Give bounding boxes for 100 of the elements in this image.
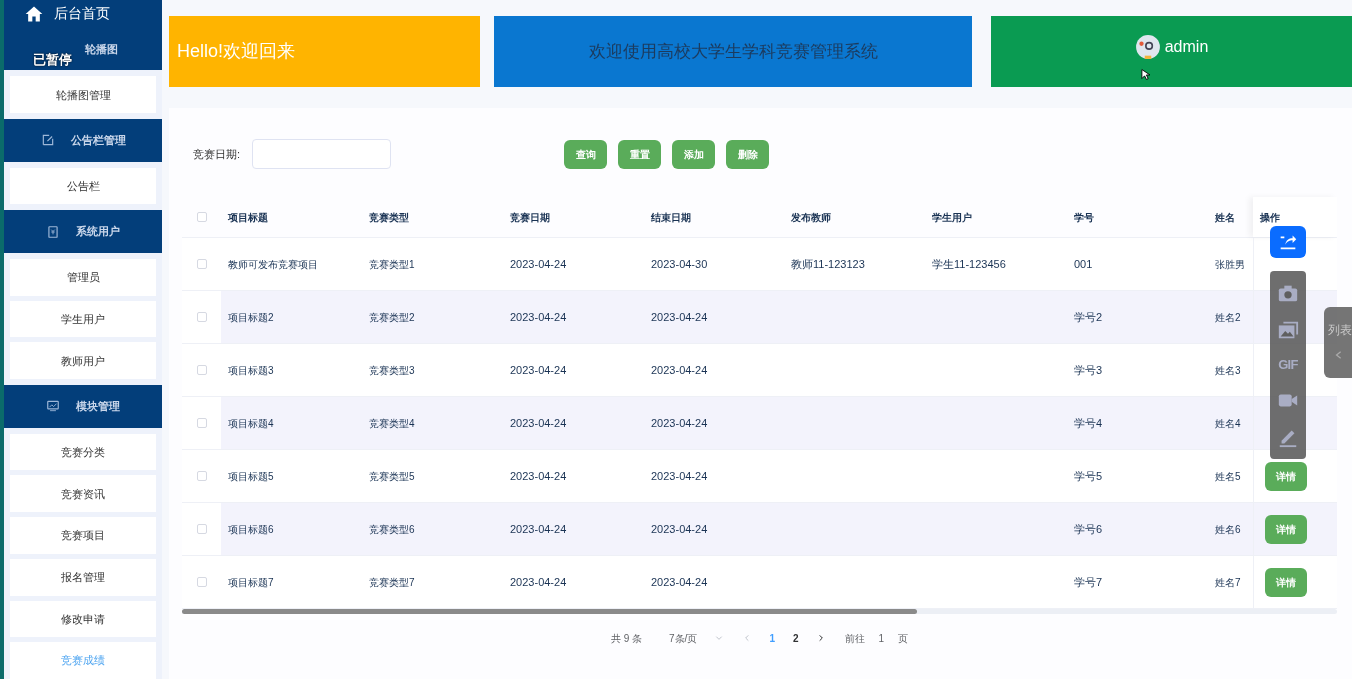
table-cell-text: 2023-04-24 [651, 309, 708, 325]
page-number[interactable]: 2 [792, 630, 799, 646]
home-label: 后台首页 [54, 4, 110, 24]
table-cell-text: 姓名5 [1215, 469, 1241, 484]
table-cell-text: 2023-04-24 [651, 574, 708, 590]
column-header: 发布教师 [791, 211, 831, 223]
table-cell-text: 2023-04-24 [510, 468, 567, 484]
table-cell-text: 项目标题4 [228, 416, 274, 431]
column-header: 操作 [1260, 210, 1280, 225]
table-cell-text: 2023-04-24 [510, 415, 567, 431]
sidebar-item[interactable]: 竞赛项目 [10, 517, 156, 554]
column-header: 学生用户 [932, 211, 972, 223]
chevron-right-icon [816, 634, 825, 642]
column-header: 姓名 [1215, 211, 1235, 223]
group-icon [40, 133, 55, 148]
checkbox[interactable] [196, 524, 207, 534]
checkbox[interactable] [196, 577, 207, 587]
table-cell-text: 竞赛类型2 [369, 310, 415, 325]
table-cell-text: 2023-04-24 [651, 415, 708, 431]
checkbox[interactable] [196, 312, 207, 322]
column-header: 项目标题 [228, 211, 268, 223]
column-header: 学号 [1074, 211, 1094, 223]
table-cell-text: 2023-04-24 [510, 574, 567, 590]
sidebar-item[interactable]: 公告栏 [10, 167, 156, 205]
page-suffix: 页 [898, 631, 909, 646]
table-cell-text: 学号4 [1074, 415, 1103, 431]
table-cell-text: 张胜男 [1215, 257, 1245, 272]
table-cell-text: 学号3 [1074, 362, 1103, 378]
column-header: 竞赛日期 [510, 211, 550, 223]
table-cell-text: 项目标题6 [228, 522, 274, 537]
table-cell-text: 教师11-123123 [791, 256, 865, 272]
table-cell-text: 学生11-123456 [932, 256, 1006, 272]
sidebar-group-header[interactable]: 模块管理 [4, 385, 162, 428]
sidebar-item[interactable]: 竞赛资讯 [10, 475, 156, 513]
table-cell-text: 2023-04-24 [510, 309, 567, 325]
table-cell-text: 竞赛类型3 [369, 363, 415, 378]
date-input-field[interactable] [252, 139, 392, 169]
chevron-left-icon [1334, 349, 1344, 361]
table-cell-text: 学号6 [1074, 521, 1103, 537]
sidebar-item[interactable]: 修改申请 [10, 600, 156, 638]
goto-page-field[interactable]: 1 [878, 630, 885, 646]
sidebar-home-item[interactable]: 后台首页 [4, 0, 162, 28]
sidebar-item[interactable]: 学生用户 [10, 300, 156, 338]
table-cell-text: 项目标题5 [228, 469, 274, 484]
goto-label: 前往 [844, 631, 865, 646]
table-cell-text: 2023-04-24 [651, 468, 708, 484]
table-cell-text: 姓名7 [1215, 575, 1241, 590]
table-cell-text: 教师可发布竞赛项目 [228, 257, 318, 272]
sidebar-item[interactable]: 竞赛分类 [10, 433, 156, 471]
checkbox[interactable] [196, 259, 207, 269]
avatar-icon [1134, 33, 1161, 60]
table-cell-text: 项目标题3 [228, 363, 274, 378]
system-title-banner: 欢迎使用高校大学生学科竞赛管理系统 [494, 16, 972, 87]
sidebar-group-header[interactable]: 系统用户 [4, 210, 162, 254]
page-size-label: 7条/页 [669, 631, 698, 646]
total-count: 共 9 条 [610, 631, 643, 646]
table-cell-text: 2023-04-24 [651, 521, 708, 537]
table-cell-text: 竞赛类型5 [369, 469, 415, 484]
sidebar-item[interactable]: 轮播图管理 [10, 76, 156, 114]
column-header: 结束日期 [651, 211, 691, 223]
chevron-left-icon [743, 634, 752, 642]
table-cell-text: 姓名6 [1215, 522, 1241, 537]
checkbox[interactable] [196, 212, 207, 222]
sidebar-item[interactable]: 报名管理 [10, 558, 156, 596]
greeting-banner: Hello!欢迎回来 [169, 16, 480, 87]
table-cell-text: 姓名3 [1215, 363, 1241, 378]
username: admin [1164, 36, 1209, 57]
table-cell-text: 竞赛类型4 [369, 416, 415, 431]
table-cell-text: 2023-04-30 [651, 256, 708, 272]
table-cell-text: 姓名4 [1215, 416, 1241, 431]
table-cell-text: 学号5 [1074, 468, 1103, 484]
sidebar-group-header[interactable]: 公告栏管理 [4, 119, 162, 162]
table-cell-text: 竞赛类型1 [369, 257, 415, 272]
checkbox[interactable] [196, 365, 207, 375]
sidebar-item[interactable]: 教师用户 [10, 342, 156, 380]
checkbox[interactable] [196, 418, 207, 428]
table-cell-text: 学号7 [1074, 574, 1103, 590]
chevron-down-icon [715, 634, 724, 642]
column-header: 竞赛类型 [369, 211, 409, 223]
table-cell-text: 2023-04-24 [651, 362, 708, 378]
table-cell-text: 001 [1074, 256, 1093, 272]
checkbox[interactable] [196, 471, 207, 481]
table-cell-text: 项目标题2 [228, 310, 274, 325]
table-cell-text: 竞赛类型7 [369, 575, 415, 590]
group-icon [46, 399, 60, 414]
share-button[interactable] [1270, 226, 1306, 258]
group-icon [46, 224, 60, 239]
table-cell-text: 姓名2 [1215, 310, 1241, 325]
list-panel-label: 列表 [1328, 322, 1352, 339]
table-cell-text: 2023-04-24 [510, 256, 567, 272]
table-cell-text: 学号2 [1074, 309, 1103, 325]
search-label: 竞赛日期: [193, 146, 241, 162]
table-cell-text: 2023-04-24 [510, 521, 567, 537]
sidebar-item[interactable]: 管理员 [10, 259, 156, 296]
table-cell-text: 2023-04-24 [510, 362, 567, 378]
horizontal-scrollbar[interactable] [182, 609, 1337, 614]
table-cell-text: 竞赛类型6 [369, 522, 415, 537]
page-size-select[interactable]: 7条/页 [669, 630, 724, 646]
paused-status-label: 已暂停 [33, 51, 72, 69]
cursor-icon [1141, 68, 1150, 81]
